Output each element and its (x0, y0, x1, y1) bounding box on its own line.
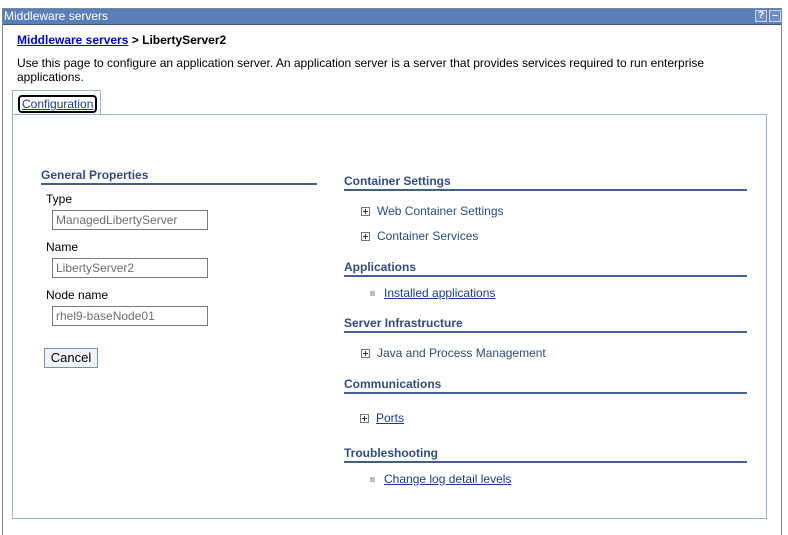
container-settings-heading: Container Settings (344, 174, 747, 191)
bullet-icon (370, 477, 375, 482)
window-title: Middleware servers (4, 9, 109, 23)
breadcrumb-link-middleware-servers[interactable]: Middleware servers (17, 33, 128, 47)
web-container-settings-item[interactable]: Web Container Settings (377, 204, 504, 218)
bullet-icon (370, 291, 375, 296)
ports-link[interactable]: Ports (376, 411, 404, 425)
page-description: Use this page to configure an applicatio… (17, 56, 705, 84)
node-name-field[interactable]: rhel9-baseNode01 (52, 306, 208, 326)
java-process-management-item[interactable]: Java and Process Management (377, 346, 546, 360)
communications-heading: Communications (344, 377, 747, 394)
type-label: Type (46, 192, 73, 206)
expand-web-container-icon[interactable] (361, 207, 370, 216)
minimize-icon[interactable]: – (769, 10, 781, 22)
node-name-label: Node name (46, 288, 109, 302)
breadcrumb-current: LibertyServer2 (142, 33, 227, 47)
cancel-button[interactable]: Cancel (44, 348, 98, 368)
expand-container-services-icon[interactable] (361, 232, 370, 241)
general-properties-heading: General Properties (41, 168, 317, 185)
type-field[interactable]: ManagedLibertyServer (52, 210, 208, 230)
breadcrumb: Middleware servers > LibertyServer2 (17, 33, 226, 47)
expand-java-process-icon[interactable] (361, 349, 370, 358)
expand-ports-icon[interactable] (360, 414, 369, 423)
breadcrumb-separator: > (131, 33, 139, 47)
applications-heading: Applications (344, 260, 747, 277)
name-field[interactable]: LibertyServer2 (52, 258, 208, 278)
name-label: Name (46, 240, 79, 254)
container-services-item[interactable]: Container Services (377, 229, 478, 243)
troubleshooting-heading: Troubleshooting (344, 446, 747, 463)
installed-applications-link[interactable]: Installed applications (384, 286, 495, 300)
help-icon[interactable]: ? (755, 10, 767, 22)
tab-configuration[interactable]: Configuration (12, 90, 101, 114)
title-bar: Middleware servers ? – (3, 9, 781, 25)
server-infrastructure-heading: Server Infrastructure (344, 316, 747, 333)
tab-configuration-label[interactable]: Configuration (18, 95, 98, 113)
change-log-detail-levels-link[interactable]: Change log detail levels (384, 472, 511, 486)
